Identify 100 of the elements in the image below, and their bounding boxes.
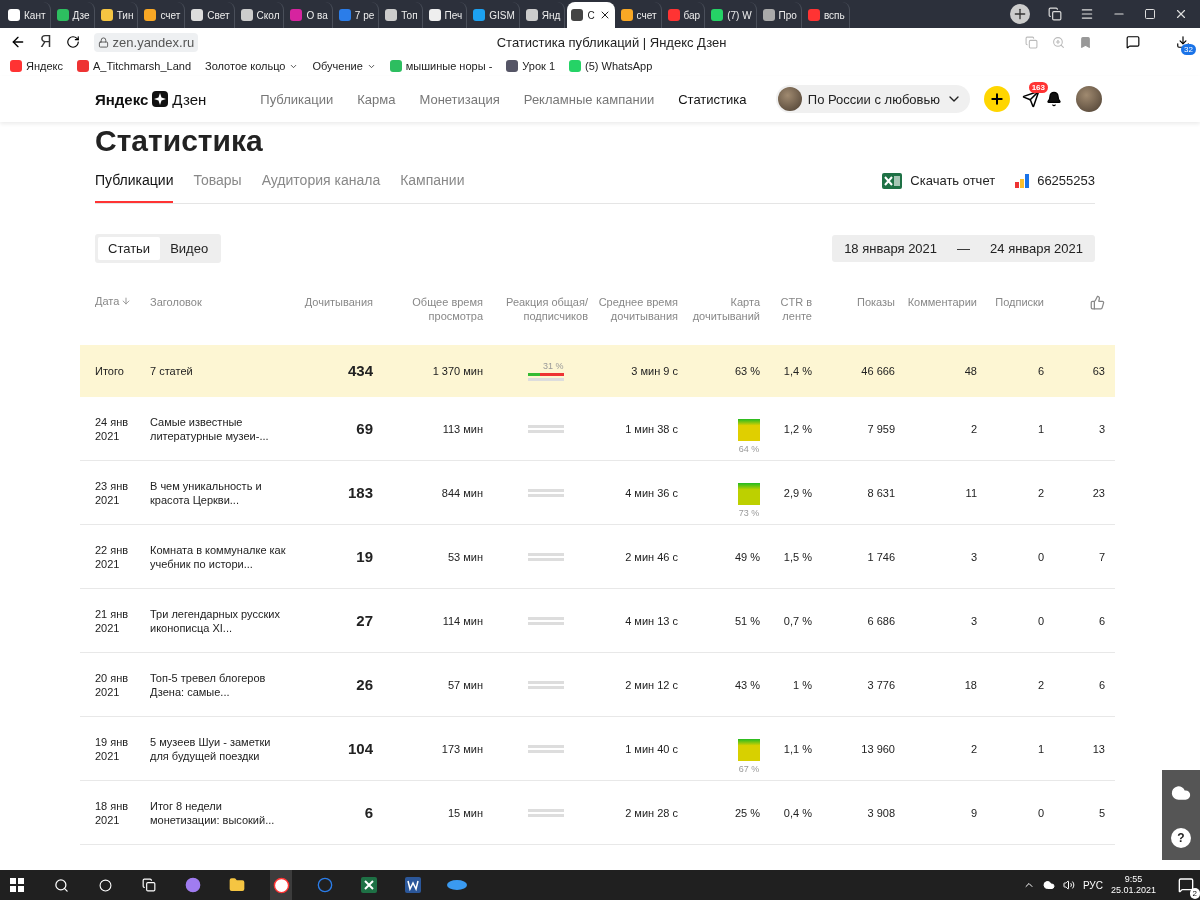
empty-reaction-icon [527,616,564,625]
logo-text[interactable]: Дзен [172,90,207,108]
favicon-icon [506,60,519,72]
total-time-cell: 1 370 мин [432,363,483,378]
browser-tab[interactable]: С [567,2,615,28]
folder-icon[interactable] [229,877,245,893]
empty-reaction-icon [527,488,564,497]
content-type-toggle[interactable]: Видео [160,237,219,260]
bell-icon[interactable] [1046,91,1062,107]
likes-cell: 13 [1092,741,1105,756]
empty-reaction-icon [527,680,564,689]
date-cell-text: 22 янв 2021 [95,542,130,571]
comments-cell: 9 [970,805,977,820]
section-tab[interactable]: Товары [193,158,242,203]
article-title[interactable]: Комната в коммуналке как учебник по истори... [150,542,290,571]
subscriptions-cell: 2 [1037,485,1044,500]
article-title[interactable]: Три легендарных русских иконописца XI... [150,606,290,635]
bookmark-item[interactable]: мышиные норы - [389,60,493,72]
document-app-icon[interactable] [405,877,421,893]
dzen-logo-icon [152,91,169,107]
bookmark-icon[interactable] [1079,35,1092,49]
help-button[interactable]: ? [1171,827,1191,848]
spreadsheet-icon [882,171,903,190]
avg-time-cell: 1 мин 40 с [625,741,678,756]
favicon-icon [100,9,113,21]
comments-cell: 48 [964,363,977,378]
favicon-icon [473,9,486,21]
date-range-picker[interactable]: 18 января 2021 — 24 января 2021 [832,235,1095,262]
messages-icon[interactable] [1022,90,1040,108]
likes-cell: 7 [1098,549,1105,564]
bookmark-item[interactable]: A_Titchmarsh_Land [77,60,192,72]
bookmark-item[interactable]: Яндекс [10,60,63,72]
volume-icon[interactable] [1062,879,1075,891]
nav-link[interactable]: Статистика [678,91,747,107]
avg-time-cell: 4 мин 36 с [625,485,678,500]
total-time-cell: 53 мин [447,549,483,564]
sort-date-header[interactable]: Дата [95,295,132,307]
favicon-icon [338,9,351,21]
views-cell: 6 686 [867,613,895,628]
tabs-icon[interactable] [1048,7,1062,21]
app-icon[interactable] [317,877,333,893]
language-indicator[interactable]: РУС [1082,879,1103,891]
reload-icon[interactable] [65,35,80,49]
bookmark-item[interactable]: Золотое кольцо [205,60,299,72]
counter-link[interactable]: 66255253 [1015,173,1095,188]
user-avatar[interactable] [1076,86,1102,112]
windows-start-icon[interactable] [10,878,24,892]
new-tab-icon[interactable] [1010,4,1030,24]
bookmark-item[interactable]: Обучение [312,60,376,72]
back-icon[interactable] [10,34,26,50]
favicon-icon [290,9,303,21]
article-title[interactable]: Топ-5 тревел блогеров Дзена: самые... [150,670,290,699]
article-title[interactable]: Итог 8 недели монетизации: высокий... [150,798,290,827]
cloud-icon[interactable] [1042,879,1055,891]
bar-chart-icon [1015,173,1030,188]
section-tab[interactable]: Публикации [95,158,174,203]
section-tab[interactable]: Кампании [400,158,465,203]
views-cell: 13 960 [861,741,895,756]
column-header: Дочитывания [304,295,373,310]
likes-cell: 23 [1092,485,1105,500]
article-title[interactable]: Самые известные литературные музеи-... [150,414,290,443]
home-button[interactable]: Я [40,33,52,51]
task-view-icon[interactable] [142,878,156,892]
clock[interactable]: 9:55 25.01.2021 [1110,874,1156,896]
favicon-icon [8,9,20,21]
notifications-badge: 2 [1189,888,1200,899]
nav-link[interactable]: Карма [357,91,396,107]
close-icon[interactable] [1174,7,1188,21]
content-type-toggle[interactable]: Статьи [98,237,161,260]
nav-link[interactable]: Публикации [260,91,334,107]
nav-link[interactable]: Монетизация [419,91,500,107]
restore-icon[interactable] [1144,8,1156,20]
likes-cell: 6 [1098,613,1105,628]
logo-text[interactable]: Яндекс [95,90,149,108]
column-header: Реакция общая/ подписчиков [505,295,588,324]
spreadsheet-app-icon[interactable] [361,877,377,893]
nav-link[interactable]: Рекламные кампании [523,91,655,107]
section-tab[interactable]: Аудитория канала [261,158,381,203]
search-icon[interactable] [53,877,69,893]
date-cell-text: 24 янв 2021 [95,414,130,443]
article-title[interactable]: В чем уникальность и красота Церкви... [150,478,290,507]
download-report-link[interactable]: Скачать отчет [882,171,996,190]
assistant-icon[interactable] [185,877,201,893]
read-map-cell: 25 % [734,805,760,820]
help-widget[interactable]: ? [1162,770,1200,860]
comments-cell: 3 [970,549,977,564]
menu-icon[interactable] [1080,7,1094,21]
channel-selector[interactable]: По России с любовью [775,85,970,113]
read-map-cell: 49 % [734,549,760,564]
plus-icon [989,91,1005,107]
reads-cell: 183 [347,485,373,500]
notifications-icon[interactable] [1178,877,1194,893]
bookmark-item[interactable]: (5) WhatsApp [569,60,653,72]
bookmark-item[interactable]: Урок 1 [506,60,555,72]
address-field[interactable]: zen.yandex.ru [93,32,199,52]
column-header: Показы [856,295,895,310]
add-button[interactable] [984,86,1010,112]
date-cell-text: 23 янв 2021 [95,478,130,507]
article-title[interactable]: 5 музеев Шуи - заметки для будущей поездки [150,734,290,763]
likes-cell: 63 [1092,363,1105,378]
